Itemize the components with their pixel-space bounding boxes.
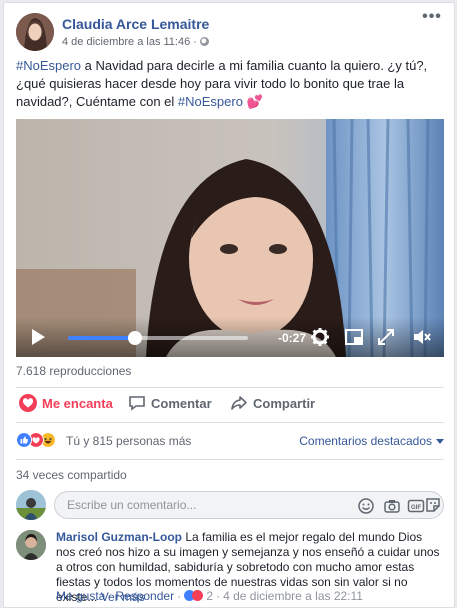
video-controls: -0:27: [16, 317, 444, 357]
comment-sort-label: Comentarios destacados: [299, 434, 432, 448]
share-label: Compartir: [253, 396, 316, 411]
mute-icon[interactable]: [412, 327, 432, 347]
sticker-icon[interactable]: [424, 496, 442, 514]
comment-reaction-count[interactable]: 2: [206, 589, 213, 603]
gif-icon[interactable]: GIF: [407, 497, 425, 515]
progress-fill: [68, 336, 135, 340]
view-count: 7.618 reproducciones: [16, 364, 132, 378]
speech-bubble-icon: [129, 396, 145, 411]
comment-date[interactable]: 4 de diciembre a las 22:11: [223, 589, 363, 603]
love-button[interactable]: Me encanta: [19, 394, 113, 414]
settings-icon[interactable]: [310, 327, 330, 347]
commenter-name[interactable]: Marisol Guzman-Loop: [56, 530, 182, 544]
comment-like-button[interactable]: Me gusta: [56, 589, 105, 603]
author-avatar[interactable]: [16, 13, 54, 51]
comment-input-wrapper[interactable]: GIF: [54, 491, 444, 519]
love-reaction-icon: [192, 590, 204, 601]
post-header: Claudia Arce Lemaitre 4 de diciembre a l…: [16, 9, 444, 53]
camera-icon[interactable]: [383, 497, 401, 515]
post-meta: 4 de diciembre a las 11:46 ·: [62, 36, 209, 48]
hashtag-link[interactable]: #NoEspero: [178, 94, 243, 109]
more-options-button[interactable]: •••: [420, 9, 444, 27]
like-reaction-icon: [16, 432, 32, 448]
current-user-avatar[interactable]: [16, 490, 46, 520]
post-timestamp[interactable]: 4 de diciembre a las 11:46: [62, 36, 190, 48]
hashtag-link[interactable]: #NoEspero: [16, 58, 81, 73]
comment-sort-dropdown[interactable]: Comentarios destacados: [299, 434, 444, 448]
share-arrow-icon: [231, 396, 247, 410]
divider: [16, 459, 444, 460]
comment-label: Comentar: [151, 396, 212, 411]
share-count[interactable]: 34 veces compartido: [16, 468, 127, 482]
comment-composer: GIF: [16, 490, 444, 522]
comment-input[interactable]: [67, 497, 317, 513]
progress-handle[interactable]: [127, 331, 142, 345]
emoji-icon[interactable]: [357, 497, 375, 515]
play-icon[interactable]: [32, 329, 45, 345]
author-name[interactable]: Claudia Arce Lemaitre: [62, 16, 209, 32]
commenter-avatar[interactable]: [16, 530, 46, 560]
hearts-emoji: 💕: [246, 94, 263, 109]
comment-button[interactable]: Comentar: [128, 394, 212, 414]
fullscreen-icon[interactable]: [376, 327, 396, 347]
reactions-bar: Tú y 815 personas más Comentarios destac…: [16, 431, 444, 451]
post-text: #NoEspero a Navidad para decirle a mi fa…: [16, 57, 444, 111]
share-button[interactable]: Compartir: [230, 394, 315, 414]
comment-meta: Me gusta · Responder · 2 · 4 de diciembre a l…: [56, 589, 363, 603]
post-actions: Me encanta Comentar Compartir: [16, 388, 444, 420]
chevron-down-icon: [436, 439, 444, 444]
picture-in-picture-icon[interactable]: [344, 327, 364, 347]
time-remaining: -0:27: [278, 331, 307, 345]
divider: [16, 422, 444, 423]
reactions-summary[interactable]: Tú y 815 personas más: [66, 434, 191, 448]
post-card: Claudia Arce Lemaitre 4 de diciembre a l…: [3, 2, 455, 608]
heart-icon: [19, 394, 37, 412]
progress-bar[interactable]: [68, 331, 248, 345]
globe-icon: [199, 37, 209, 46]
comment-reply-button[interactable]: Responder: [115, 589, 174, 603]
svg-text:GIF: GIF: [411, 505, 421, 511]
video-player[interactable]: -0:27: [16, 119, 444, 357]
love-label: Me encanta: [42, 396, 113, 411]
